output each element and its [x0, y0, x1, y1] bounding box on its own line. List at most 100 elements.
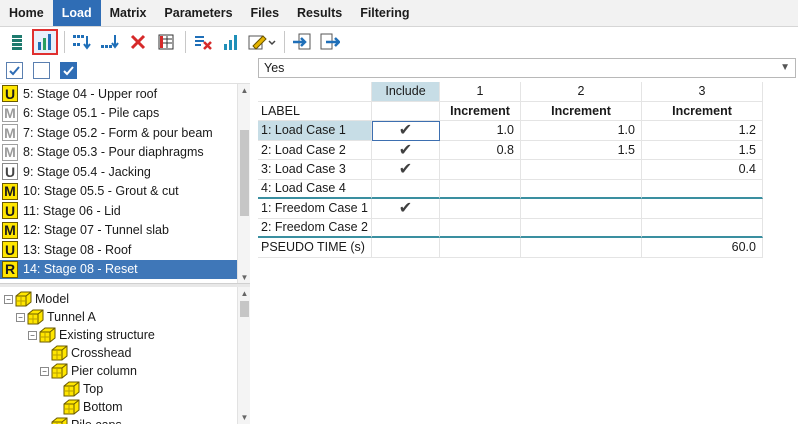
grid-subheader-cell: Increment [521, 101, 642, 121]
tree-node[interactable]: Top [52, 380, 103, 398]
tree-node[interactable]: − Model [4, 290, 69, 308]
stage-list-item[interactable]: M 7: Stage 05.2 - Form & pour beam [0, 123, 237, 143]
filter-checkbox-all[interactable] [6, 62, 23, 79]
include-cell[interactable]: ✔ [372, 160, 440, 180]
include-cell[interactable]: ✔ [372, 121, 440, 141]
stage-status-badge: U [2, 85, 18, 103]
stage-status-badge: M [2, 182, 18, 200]
table-color-icon[interactable] [153, 29, 179, 55]
tree-collapse-icon[interactable]: − [16, 312, 25, 322]
tree-node-label: Bottom [83, 400, 123, 414]
tree-collapse-icon[interactable]: − [28, 330, 37, 340]
increment-cell-1[interactable] [440, 179, 521, 199]
increment-cell-1[interactable] [440, 218, 521, 238]
scrollbar-thumb[interactable] [240, 301, 249, 317]
scrollbar-thumb[interactable] [240, 130, 249, 216]
scroll-up-icon[interactable]: ▲ [238, 84, 250, 97]
increment-cell-2[interactable] [521, 179, 642, 199]
scroll-up-icon[interactable]: ▲ [238, 287, 250, 300]
increment-cell-1[interactable]: 0.8 [440, 140, 521, 160]
increment-cell-3[interactable] [642, 199, 763, 219]
clear-table-icon[interactable] [190, 29, 216, 55]
toolbar-separator [64, 31, 65, 53]
include-cell[interactable] [372, 238, 440, 258]
tree-scrollbar[interactable]: ▲ ▼ [237, 287, 250, 424]
stage-list-item[interactable]: U 5: Stage 04 - Upper roof [0, 84, 237, 104]
increment-cell-1[interactable] [440, 199, 521, 219]
filter-checkbox-none[interactable] [33, 62, 50, 79]
import-icon[interactable] [289, 29, 315, 55]
tree-node[interactable]: − Tunnel A [16, 308, 96, 326]
grid-row-label: 4: Load Case 4 [258, 179, 372, 199]
stage-list-item[interactable]: M 8: Stage 05.3 - Pour diaphragms [0, 143, 237, 163]
include-cell[interactable]: ✔ [372, 199, 440, 219]
tree-collapse-icon[interactable]: − [4, 294, 13, 304]
increment-cell-1[interactable] [440, 238, 521, 258]
bar-chart-icon[interactable] [32, 29, 58, 55]
stage-list-item[interactable]: M 12: Stage 07 - Tunnel slab [0, 221, 237, 241]
menu-results[interactable]: Results [288, 0, 351, 26]
include-cell[interactable] [372, 179, 440, 199]
tree-node-label: Pile caps [71, 418, 122, 424]
menu-load[interactable]: Load [52, 0, 101, 26]
sort-down-icon[interactable] [69, 29, 95, 55]
tree-node[interactable]: − Pier column [40, 362, 137, 380]
increment-cell-1[interactable] [440, 160, 521, 180]
stage-list-item[interactable]: U 9: Stage 05.4 - Jacking [0, 162, 237, 182]
tree-node[interactable]: Crosshead [40, 344, 131, 362]
increment-cell-3[interactable] [642, 218, 763, 238]
stage-list-item[interactable]: M 6: Stage 05.1 - Pile caps [0, 104, 237, 124]
edit-dropdown-icon[interactable] [246, 29, 278, 55]
grid-col-header-include[interactable]: Include [372, 82, 440, 102]
scroll-down-icon[interactable]: ▼ [238, 411, 250, 424]
increment-cell-2[interactable] [521, 199, 642, 219]
tree-node[interactable]: Bottom [52, 398, 123, 416]
tree-node-label: Pier column [71, 364, 137, 378]
bar-chart-blue-icon[interactable] [218, 29, 244, 55]
include-cell[interactable]: ✔ [372, 140, 440, 160]
stage-list-item[interactable]: U 11: Stage 06 - Lid [0, 201, 237, 221]
stage-list-item[interactable]: R 14: Stage 08 - Reset [0, 259, 237, 279]
increment-cell-1[interactable]: 1.0 [440, 121, 521, 141]
grid-row-label: 1: Load Case 1 [258, 121, 372, 141]
grid-row: 2: Load Case 2 ✔ 0.8 1.5 1.5 [258, 140, 763, 160]
increment-cell-3[interactable]: 1.5 [642, 140, 763, 160]
grid-subheader-cell [372, 101, 440, 121]
stage-list-item[interactable]: M 10: Stage 05.5 - Grout & cut [0, 182, 237, 202]
tree-collapse-icon[interactable]: − [40, 366, 49, 376]
menu-files[interactable]: Files [242, 0, 289, 26]
export-icon[interactable] [317, 29, 343, 55]
stage-list-item[interactable]: U 13: Stage 08 - Roof [0, 240, 237, 260]
menu-filtering[interactable]: Filtering [351, 0, 418, 26]
increment-cell-3[interactable]: 1.2 [642, 121, 763, 141]
include-cell[interactable] [372, 218, 440, 238]
stack-icon[interactable] [4, 29, 30, 55]
increment-cell-3[interactable]: 0.4 [642, 160, 763, 180]
cube-icon [51, 417, 71, 424]
menu-matrix[interactable]: Matrix [101, 0, 156, 26]
menu-home[interactable]: Home [0, 0, 53, 26]
tree-node[interactable]: Pile caps [40, 416, 122, 424]
increment-cell-2[interactable] [521, 160, 642, 180]
filter-checkbox-selected[interactable] [60, 62, 77, 79]
increment-cell-3[interactable] [642, 179, 763, 199]
checkmark-icon [63, 66, 74, 76]
increment-cell-2[interactable]: 1.5 [521, 140, 642, 160]
stage-label: 12: Stage 07 - Tunnel slab [23, 223, 169, 238]
increment-cell-3[interactable]: 60.0 [642, 238, 763, 258]
grid-col-header-1[interactable]: 1 [440, 82, 521, 102]
grid-row-label: 2: Freedom Case 2 [258, 218, 372, 238]
increment-cell-2[interactable] [521, 238, 642, 258]
include-selector[interactable]: Yes ▼ [258, 58, 796, 78]
sort-down-alt-icon[interactable] [97, 29, 123, 55]
cube-icon [15, 291, 35, 307]
increment-cell-2[interactable]: 1.0 [521, 121, 642, 141]
grid-label-header: LABEL [258, 101, 372, 121]
increment-cell-2[interactable] [521, 218, 642, 238]
menu-parameters[interactable]: Parameters [155, 0, 241, 26]
stage-list-scrollbar[interactable]: ▲ ▼ [237, 84, 250, 284]
tree-node[interactable]: − Existing structure [28, 326, 155, 344]
grid-col-header-2[interactable]: 2 [521, 82, 642, 102]
grid-col-header-3[interactable]: 3 [642, 82, 763, 102]
delete-x-icon[interactable] [125, 29, 151, 55]
